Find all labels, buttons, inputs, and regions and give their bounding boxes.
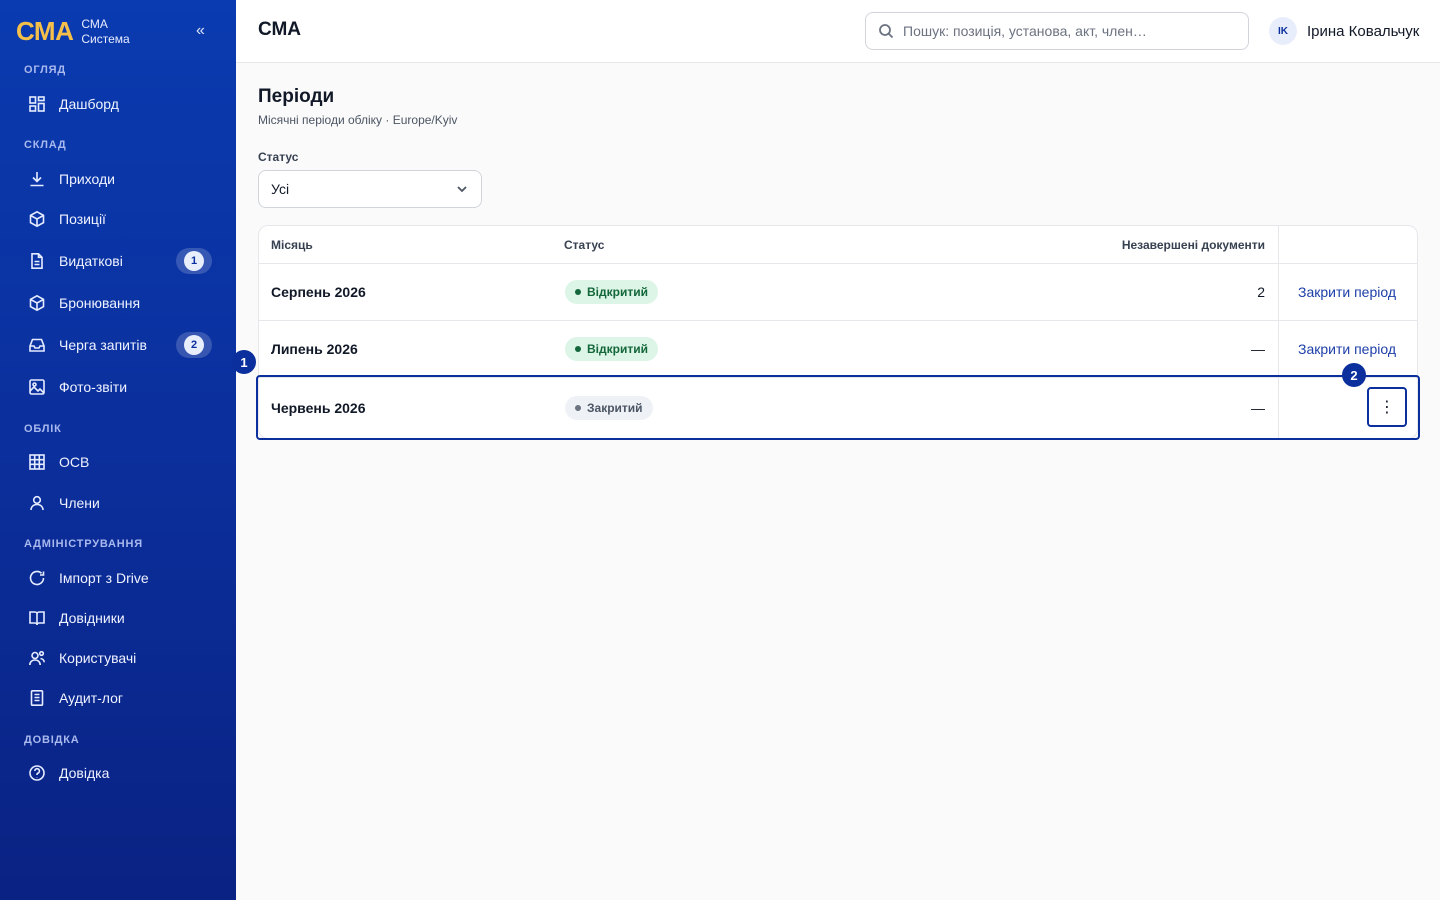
sidebar: СМА СМА Система « ОГЛЯД Дашборд СКЛАД Пр…: [0, 0, 236, 900]
table-header: Місяць Статус Незавершені документи: [259, 226, 1417, 264]
pending-docs-cell: 2: [1257, 284, 1265, 300]
sidebar-item-label: Бронювання: [59, 295, 141, 311]
collapse-sidebar-button[interactable]: «: [196, 22, 205, 40]
brand-text: СМА Система: [81, 17, 129, 47]
status-filter-label: Статус: [258, 150, 299, 164]
search-icon: [879, 24, 894, 39]
kebab-icon: ⋮: [1379, 399, 1395, 416]
month-cell: Липень 2026: [271, 341, 358, 357]
sidebar-item-photo-reports[interactable]: Фото-звіти: [16, 369, 220, 405]
dashboard-icon: [29, 96, 45, 112]
sidebar-item-label: Довідники: [59, 610, 125, 626]
sidebar-item-label: Приходи: [59, 171, 115, 187]
selected-row-highlight: [256, 375, 1420, 440]
sidebar-item-expenses[interactable]: Видаткові 1: [16, 243, 220, 279]
brand-logo: СМА: [16, 16, 74, 46]
box-icon: [29, 294, 45, 312]
badge-count: 2: [184, 335, 204, 355]
close-period-button[interactable]: Закрити період: [1298, 284, 1396, 300]
brand-line-1: СМА: [81, 16, 108, 31]
box-icon: [29, 210, 45, 228]
sidebar-item-label: Видаткові: [59, 253, 123, 269]
status-badge: Відкритий: [565, 280, 658, 304]
image-icon: [29, 379, 45, 395]
top-bar: СМА IK Ірина Ковальчук: [236, 0, 1440, 63]
user-menu[interactable]: IK Ірина Ковальчук: [1269, 17, 1419, 45]
sidebar-item-receipts[interactable]: Приходи: [16, 161, 220, 197]
sidebar-item-audit-log[interactable]: Аудит-лог: [16, 680, 220, 716]
status-dot: [575, 289, 581, 295]
section-administration: АДМІНІСТРУВАННЯ: [24, 538, 143, 550]
request-queue-count-badge: 2: [176, 332, 212, 358]
close-period-button[interactable]: Закрити період: [1298, 341, 1396, 357]
column-header-status: Статус: [564, 238, 605, 252]
refresh-icon: [29, 570, 45, 586]
section-warehouse: СКЛАД: [24, 139, 67, 151]
sidebar-item-directories[interactable]: Довідники: [16, 600, 220, 636]
download-icon: [30, 172, 44, 187]
section-help: ДОВІДКА: [24, 734, 80, 746]
sidebar-item-label: Позиції: [59, 211, 106, 227]
status-dot: [575, 346, 581, 352]
sidebar-item-label: Дашборд: [59, 96, 119, 112]
sidebar-item-label: Аудит-лог: [59, 690, 123, 706]
inbox-icon: [29, 338, 45, 352]
sidebar-item-dashboard[interactable]: Дашборд: [16, 86, 220, 122]
sidebar-item-label: Фото-звіти: [59, 379, 128, 395]
annotation-marker-2: 2: [1342, 363, 1366, 387]
user-name: Ірина Ковальчук: [1307, 22, 1420, 40]
badge-count: 1: [184, 251, 204, 271]
status-text: Відкритий: [587, 342, 648, 356]
column-header-month: Місяць: [271, 238, 313, 252]
sidebar-item-members[interactable]: Члени: [16, 485, 220, 521]
page-title: Періоди: [258, 86, 335, 107]
sidebar-item-help[interactable]: Довідка: [16, 755, 220, 791]
search-box[interactable]: [865, 12, 1249, 50]
help-icon: [29, 765, 45, 781]
table-row: Липень 2026 Відкритий — Закрити період: [259, 321, 1417, 378]
book-icon: [29, 611, 45, 626]
annotation-marker-1: 1: [232, 350, 256, 374]
sidebar-item-reservations[interactable]: Бронювання: [16, 285, 220, 321]
sidebar-item-osv[interactable]: ОСВ: [16, 444, 220, 480]
status-text: Відкритий: [587, 285, 648, 299]
pending-docs-cell: —: [1251, 341, 1265, 357]
sidebar-item-label: ОСВ: [59, 454, 90, 470]
sidebar-item-label: Довідка: [59, 765, 110, 781]
brand[interactable]: СМА СМА Система: [16, 16, 130, 47]
row-actions-menu-button[interactable]: ⋮: [1367, 387, 1407, 427]
brand-line-2: Система: [81, 31, 130, 46]
page-subtitle: Місячні періоди обліку · Europe/Kyiv: [258, 113, 458, 127]
avatar: IK: [1269, 17, 1297, 45]
users-icon: [29, 650, 45, 666]
sidebar-item-drive-import[interactable]: Імпорт з Drive: [16, 560, 220, 596]
status-badge: Відкритий: [565, 337, 658, 361]
table-icon: [29, 454, 45, 470]
sidebar-item-label: Імпорт з Drive: [59, 570, 149, 586]
section-overview: ОГЛЯД: [24, 64, 66, 76]
table-row: Серпень 2026 Відкритий 2 Закрити період: [259, 264, 1417, 321]
search-input[interactable]: [903, 23, 1233, 39]
status-filter-select[interactable]: Усі: [258, 170, 482, 208]
app-title: СМА: [258, 19, 302, 40]
document-icon: [31, 253, 43, 269]
sidebar-item-label: Користувачі: [59, 650, 137, 666]
sidebar-item-label: Члени: [59, 495, 100, 511]
expenses-count-badge: 1: [176, 248, 212, 274]
chevron-down-icon: [457, 186, 467, 193]
sidebar-item-users[interactable]: Користувачі: [16, 640, 220, 676]
section-accounting: ОБЛІК: [24, 423, 62, 435]
log-icon: [30, 689, 44, 706]
status-filter-value: Усі: [271, 181, 290, 197]
sidebar-item-positions[interactable]: Позиції: [16, 201, 220, 237]
month-cell: Серпень 2026: [271, 284, 366, 300]
sidebar-item-label: Черга запитів: [59, 337, 147, 353]
column-header-pending-docs: Незавершені документи: [1121, 238, 1265, 252]
sidebar-item-request-queue[interactable]: Черга запитів 2: [16, 327, 220, 363]
user-icon: [30, 495, 44, 511]
